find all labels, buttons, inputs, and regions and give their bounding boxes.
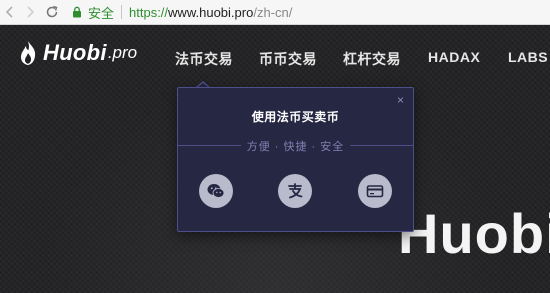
logo-suffix: .pro <box>107 43 138 62</box>
reload-icon <box>46 5 58 18</box>
address-bar[interactable]: 安全 https:// www.huobi.pro /zh-cn/ <box>72 3 292 22</box>
arrow-left-icon <box>5 6 13 18</box>
page-content: Huobi .pro 法币交易 币币交易 杠杆交易 HADAX LABS Huo… <box>0 25 550 293</box>
logo-wordmark: Huobi <box>43 40 107 65</box>
lock-icon <box>73 6 81 18</box>
nav-labs[interactable]: LABS <box>508 49 548 65</box>
alipay-button[interactable] <box>278 174 312 208</box>
arrow-right-icon <box>27 6 35 18</box>
alipay-icon <box>288 183 303 199</box>
flame-logo-icon <box>21 41 36 65</box>
reload-button[interactable] <box>42 2 62 22</box>
hero-heading: Huobi <box>398 202 550 265</box>
fiat-trading-dropdown: × 使用法币买卖币 方便 · 快捷 · 安全 <box>177 87 414 232</box>
wechat-pay-icon <box>207 184 225 198</box>
url-host: www.huobi.pro <box>168 4 254 20</box>
secure-label: 安全 <box>88 5 115 21</box>
nav-margin-trading[interactable]: 杠杆交易 <box>343 49 401 69</box>
dropdown-title: 使用法币买卖币 <box>251 110 340 124</box>
url-path: /zh-cn/ <box>253 4 293 20</box>
close-icon[interactable]: × <box>397 93 404 107</box>
wechat-pay-button[interactable] <box>199 174 233 208</box>
huobi-logo[interactable]: Huobi .pro <box>18 40 137 66</box>
address-separator <box>121 5 123 19</box>
bank-card-button[interactable] <box>358 174 392 208</box>
url-scheme: https:// <box>129 4 169 20</box>
bank-card-icon <box>366 185 384 198</box>
top-navigation: Huobi .pro 法币交易 币币交易 杠杆交易 HADAX LABS <box>0 25 550 85</box>
nav-hadax[interactable]: HADAX <box>428 49 480 65</box>
nav-coin-trading[interactable]: 币币交易 <box>259 49 317 69</box>
nav-fiat-trading[interactable]: 法币交易 <box>175 49 233 69</box>
forward-button[interactable] <box>20 2 40 22</box>
browser-toolbar: 安全 https:// www.huobi.pro /zh-cn/ <box>0 0 550 25</box>
back-button[interactable] <box>0 2 20 22</box>
dropdown-subtitle: 方便 · 快捷 · 安全 <box>240 138 351 154</box>
